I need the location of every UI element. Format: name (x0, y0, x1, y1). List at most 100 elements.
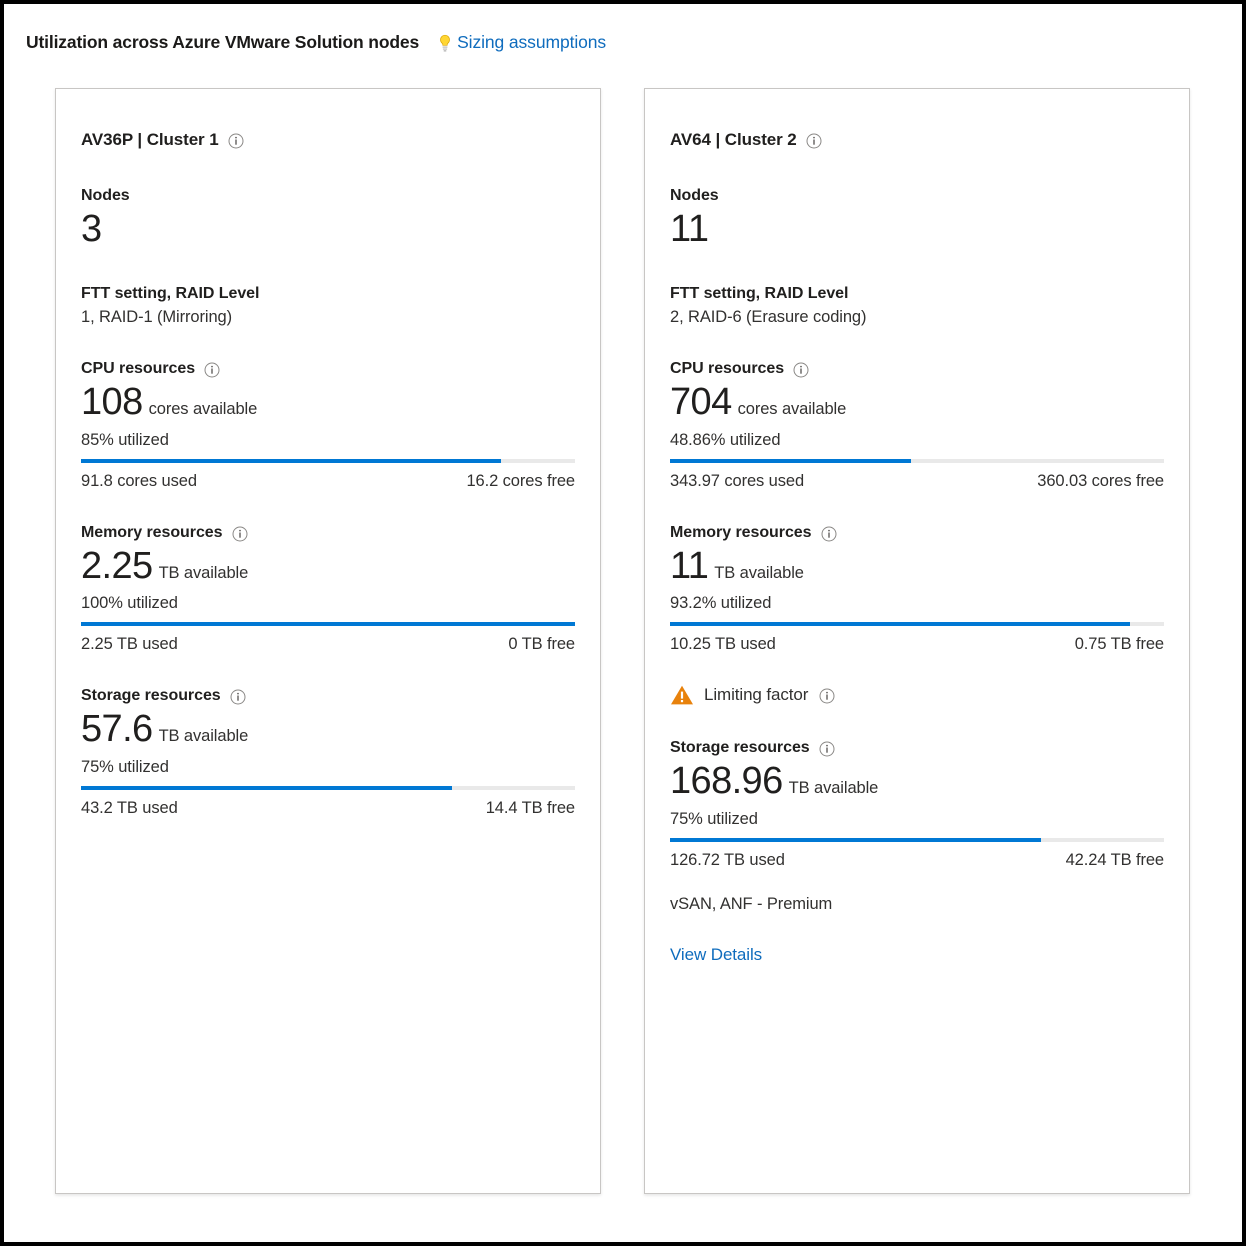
cpu-resources-heading: CPU resources (670, 360, 1164, 378)
memory-progress-bar (81, 622, 575, 627)
cpu-resources-section: CPU resources 108 cores available 85% ut… (81, 360, 575, 491)
info-icon[interactable] (204, 362, 220, 378)
storage-metric: 57.6 TB available (81, 708, 575, 752)
memory-resources-heading: Memory resources (670, 524, 1164, 542)
view-details-link[interactable]: View Details (670, 945, 762, 965)
cluster-card-2: AV64 | Cluster 2 Nodes 11 FTT setting, R… (644, 88, 1190, 1194)
storage-progress-bar (81, 785, 575, 790)
storage-utilized-text: 75% utilized (81, 757, 169, 776)
memory-metric: 11 TB available (670, 545, 1164, 589)
info-icon[interactable] (819, 741, 835, 757)
cpu-used: 91.8 cores used (81, 471, 197, 490)
memory-used-free: 10.25 TB used 0.75 TB free (670, 635, 1164, 654)
storage-value: 168.96 (670, 760, 783, 803)
storage-resources-label: Storage resources (670, 739, 810, 757)
cpu-progress-bar (81, 458, 575, 463)
cluster-card-2-title-label: AV64 | Cluster 2 (670, 130, 797, 149)
cluster-card-2-title: AV64 | Cluster 2 (670, 130, 1164, 150)
storage-unit: TB available (158, 727, 249, 746)
storage-value: 57.6 (81, 708, 153, 751)
cpu-value: 704 (670, 380, 732, 423)
ftt-label: FTT setting, RAID Level (81, 284, 260, 302)
memory-value: 2.25 (81, 544, 153, 587)
warning-triangle-icon (670, 684, 694, 706)
cpu-progress-fill (81, 458, 501, 463)
info-icon[interactable] (821, 526, 837, 542)
storage-metric: 168.96 TB available (670, 760, 1164, 804)
nodes-value: 11 (670, 208, 709, 250)
storage-used-free: 126.72 TB used 42.24 TB free (670, 851, 1164, 870)
limiting-factor-label: Limiting factor (704, 685, 809, 705)
memory-free: 0 TB free (508, 635, 575, 654)
nodes-label: Nodes (81, 187, 130, 204)
storage-progress-bar (670, 837, 1164, 842)
memory-resources-label: Memory resources (670, 523, 812, 541)
info-icon[interactable] (230, 689, 246, 705)
memory-resources-label: Memory resources (81, 523, 223, 541)
storage-resources-heading: Storage resources (81, 687, 575, 705)
sizing-assumptions-link[interactable]: Sizing assumptions (437, 32, 606, 53)
cpu-unit: cores available (737, 399, 847, 418)
info-icon[interactable] (228, 133, 244, 149)
memory-value: 11 (670, 544, 709, 587)
storage-resources-label: Storage resources (81, 687, 221, 705)
cpu-unit: cores available (148, 399, 258, 418)
cpu-metric: 704 cores available (670, 381, 1164, 425)
cpu-resources-section: CPU resources 704 cores available 48.86%… (670, 360, 1164, 491)
utilization-panel: Utilization across Azure VMware Solution… (4, 4, 1242, 1242)
memory-resources-heading: Memory resources (81, 524, 575, 542)
memory-unit: TB available (714, 563, 804, 582)
storage-resources-section: Storage resources 57.6 TB available 75% … (81, 687, 575, 818)
cpu-free: 16.2 cores free (466, 471, 575, 490)
storage-progress-fill (81, 785, 452, 790)
storage-utilized-text: 75% utilized (670, 809, 758, 828)
storage-free: 42.24 TB free (1065, 850, 1164, 869)
cpu-value: 108 (81, 380, 143, 423)
cpu-used-free: 343.97 cores used 360.03 cores free (670, 472, 1164, 491)
cpu-progress-bar (670, 458, 1164, 463)
cpu-utilized-text: 85% utilized (81, 430, 169, 449)
storage-used: 43.2 TB used (81, 798, 178, 817)
ftt-value: 2, RAID-6 (Erasure coding) (670, 307, 867, 326)
memory-progress-bar (670, 622, 1164, 627)
info-icon[interactable] (819, 688, 835, 704)
memory-used: 2.25 TB used (81, 635, 178, 654)
memory-resources-section: Memory resources 2.25 TB available 100% … (81, 524, 575, 655)
limiting-factor-row: Limiting factor (670, 684, 1164, 706)
cpu-used-free: 91.8 cores used 16.2 cores free (81, 472, 575, 491)
storage-used: 126.72 TB used (670, 850, 785, 869)
memory-progress-fill (81, 622, 575, 627)
storage-unit: TB available (788, 779, 879, 798)
cpu-utilized-text: 48.86% utilized (670, 430, 781, 449)
cpu-free: 360.03 cores free (1037, 471, 1164, 490)
page-title: Utilization across Azure VMware Solution… (26, 32, 420, 52)
storage-progress-fill (670, 837, 1041, 842)
memory-resources-section: Memory resources 11 TB available 93.2% u… (670, 524, 1164, 655)
cpu-used: 343.97 cores used (670, 471, 805, 490)
nodes-value: 3 (81, 208, 102, 250)
memory-utilized-text: 93.2% utilized (670, 594, 772, 613)
nodes-label: Nodes (670, 187, 719, 204)
info-icon[interactable] (793, 362, 809, 378)
memory-free: 0.75 TB free (1074, 635, 1164, 654)
panel-header: Utilization across Azure VMware Solution… (26, 32, 606, 53)
ftt-value: 1, RAID-1 (Mirroring) (81, 307, 233, 326)
memory-used-free: 2.25 TB used 0 TB free (81, 635, 575, 654)
storage-resources-section: Storage resources 168.96 TB available 75… (670, 739, 1164, 965)
storage-type-note: vSAN, ANF - Premium (670, 894, 833, 913)
sizing-assumptions-label: Sizing assumptions (457, 32, 607, 52)
lightbulb-icon (437, 34, 453, 52)
info-icon[interactable] (232, 526, 248, 542)
memory-progress-fill (670, 622, 1131, 627)
info-icon[interactable] (806, 133, 822, 149)
cpu-progress-fill (670, 458, 912, 463)
cluster-card-1-title: AV36P | Cluster 1 (81, 130, 575, 150)
memory-used: 10.25 TB used (670, 635, 776, 654)
cluster-card-1: AV36P | Cluster 1 Nodes 3 FTT setting, R… (55, 88, 601, 1194)
memory-utilized-text: 100% utilized (81, 594, 178, 613)
memory-metric: 2.25 TB available (81, 545, 575, 589)
memory-unit: TB available (158, 563, 249, 582)
cpu-metric: 108 cores available (81, 381, 575, 425)
cluster-card-1-title-label: AV36P | Cluster 1 (81, 130, 219, 149)
cpu-resources-heading: CPU resources (81, 360, 575, 378)
